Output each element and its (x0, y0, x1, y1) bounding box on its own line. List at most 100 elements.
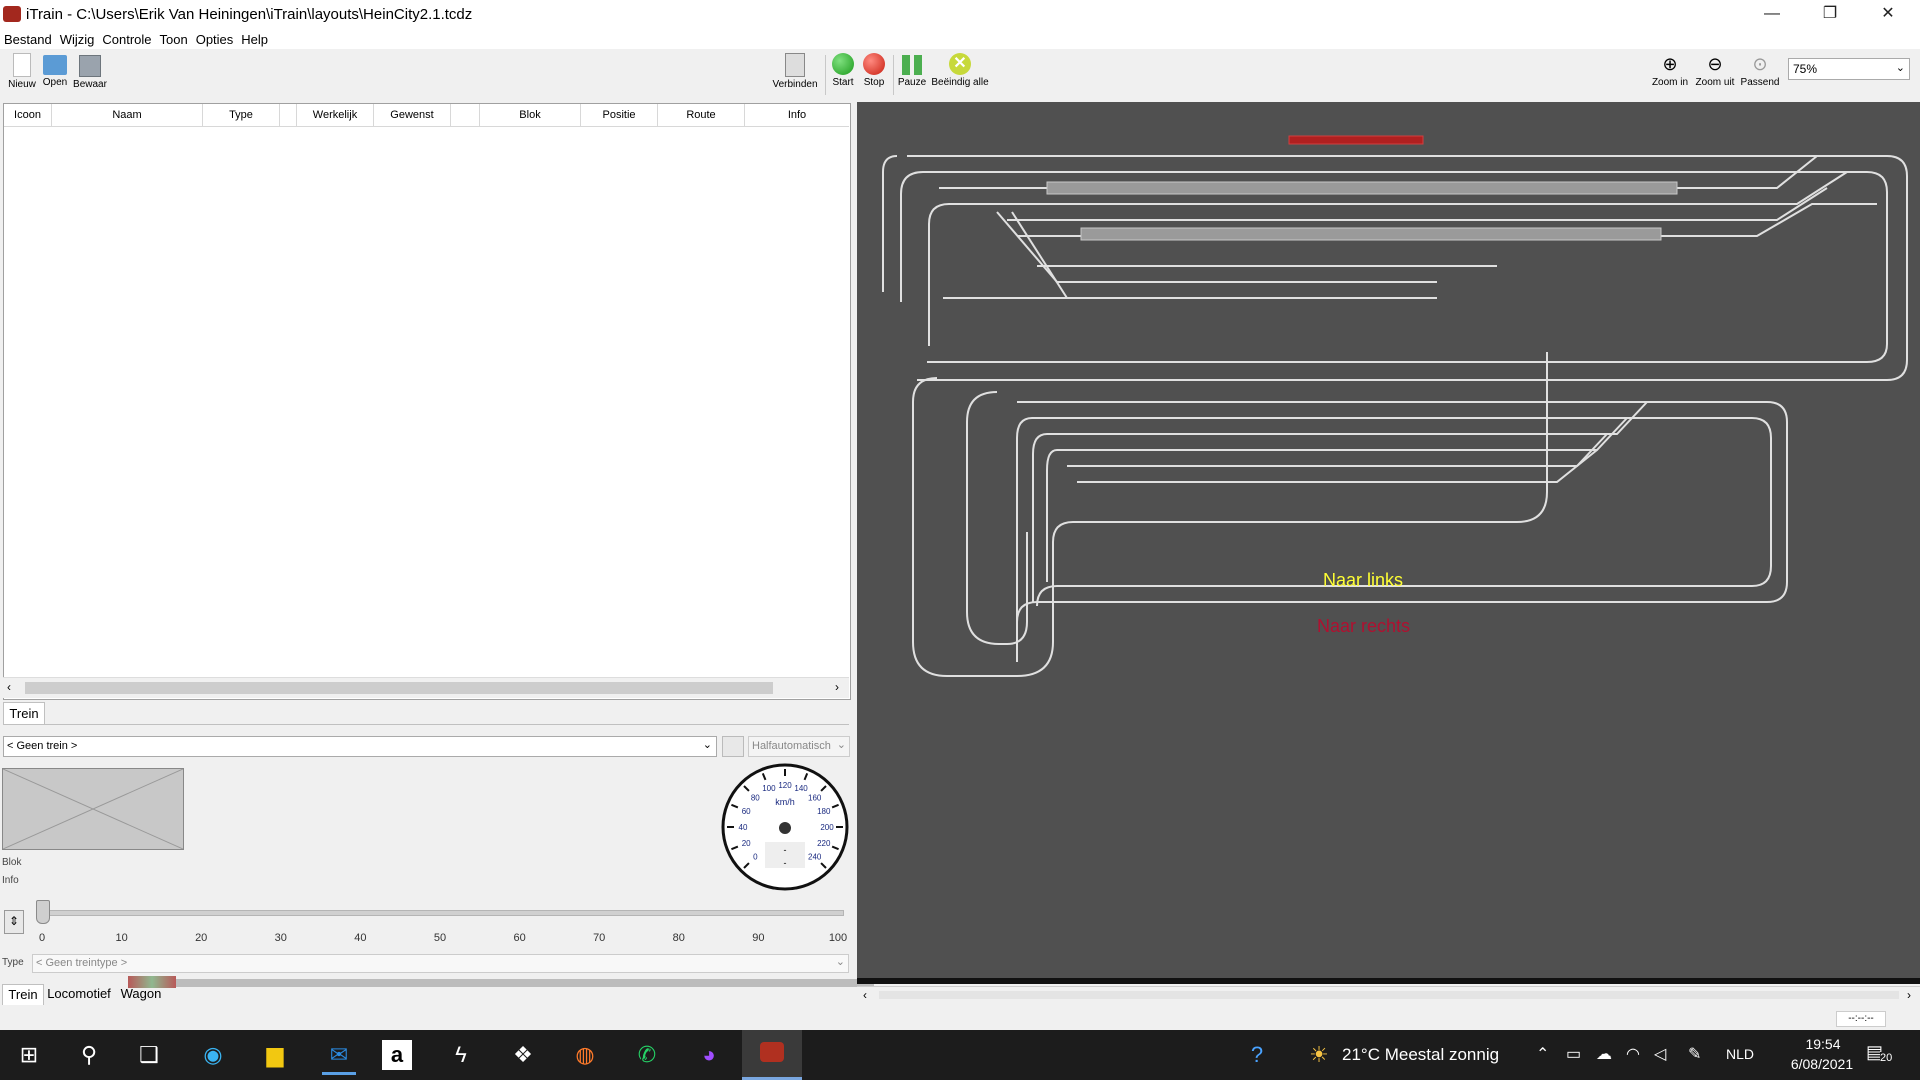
column-header-type[interactable]: Type (203, 104, 280, 127)
volume-icon[interactable]: ◁ (1654, 1044, 1666, 1064)
tab-train-list[interactable]: Trein (3, 702, 45, 724)
zoom-level-select[interactable]: 75% ⌄ (1788, 58, 1910, 80)
scroll-left-icon[interactable]: ‹ (863, 988, 867, 1002)
track-layout-canvas[interactable]: Naar links Naar rechts (857, 102, 1920, 978)
zoom-out-button[interactable]: ⊖ Zoom uit (1692, 53, 1738, 88)
column-header-info[interactable]: Info (745, 104, 849, 127)
zoom-out-label: Zoom uit (1695, 77, 1735, 88)
file-explorer-icon[interactable]: ▆ (258, 1038, 292, 1072)
start-windows-icon[interactable]: ⊞ (12, 1038, 46, 1072)
column-header-icon[interactable]: Icoon (4, 104, 52, 127)
start-button[interactable]: Start (830, 53, 856, 88)
dropbox-icon[interactable]: ❖ (506, 1038, 540, 1072)
weather-icon[interactable]: ☀ (1302, 1038, 1336, 1072)
zoom-in-button[interactable]: ⊕ Zoom in (1648, 53, 1692, 88)
tab-locomotive[interactable]: Locomotief (46, 984, 112, 1004)
whatsapp-icon[interactable]: ✆ (630, 1038, 664, 1072)
speed-readout-2: - (784, 858, 787, 868)
pause-icon (902, 55, 922, 75)
track-layout-drawing[interactable]: Naar links Naar rechts (857, 102, 1920, 978)
train-type-select[interactable]: < Geen treintype > ⌄ (32, 954, 849, 973)
weather-text[interactable]: 21°C Meestal zonnig (1342, 1045, 1499, 1065)
column-header-position[interactable]: Positie (581, 104, 658, 127)
column-header-desired[interactable]: Gewenst (374, 104, 451, 127)
notifications-icon[interactable]: ▤ 20 (1866, 1042, 1896, 1068)
clock-time[interactable]: 19:54 (1788, 1036, 1858, 1052)
track-diagonal-1 (1011, 211, 1068, 299)
column-header-route[interactable]: Route (658, 104, 745, 127)
fit-button[interactable]: ⊙ Passend (1738, 53, 1782, 88)
upper-tab-strip: Trein (3, 702, 849, 725)
tray-chevron-icon[interactable]: ⌃ (1536, 1044, 1549, 1064)
messenger-icon[interactable]: ◕ (692, 1038, 726, 1072)
network-icon[interactable]: ◠ (1626, 1044, 1640, 1064)
save-button[interactable]: Bewaar (72, 53, 108, 90)
scroll-right-icon[interactable]: › (1907, 988, 1911, 1002)
meet-icon[interactable]: ▭ (1566, 1044, 1581, 1064)
menu-bestand[interactable]: Bestand (0, 30, 56, 49)
speed-slider-track[interactable] (42, 910, 844, 916)
menu-help[interactable]: Help (237, 30, 272, 49)
folder-icon (43, 55, 67, 75)
speedometer: 020 40 6080100 120 140160 180 200 220 240 km/h -… (721, 763, 849, 891)
train-color-swatch[interactable] (722, 736, 744, 757)
column-header-blank[interactable] (280, 104, 297, 127)
speed-unit: km/h (775, 797, 795, 807)
tab-wagon[interactable]: Wagon (118, 984, 164, 1004)
connect-button[interactable]: Verbinden (770, 53, 820, 90)
menu-controle[interactable]: Controle (98, 30, 155, 49)
slider-tick-label: 10 (115, 932, 128, 944)
end-all-button[interactable]: ✕ Beëindig alle (930, 53, 990, 88)
menu-toon[interactable]: Toon (156, 30, 192, 49)
train-select[interactable]: < Geen trein > ⌄ (3, 736, 717, 757)
slider-tick-label: 60 (513, 932, 526, 944)
new-button[interactable]: Nieuw (6, 53, 38, 90)
minimize-button[interactable]: — (1743, 0, 1801, 30)
column-header-name[interactable]: Naam (52, 104, 203, 127)
table-horizontal-scrollbar[interactable]: ‹ › (3, 677, 849, 698)
itrain-taskbar-button[interactable] (742, 1030, 802, 1080)
edge-browser-icon[interactable]: ◉ (196, 1038, 230, 1072)
train-type-value: < Geen treintype > (36, 957, 128, 969)
firefox-icon[interactable]: ◍ (568, 1038, 602, 1072)
label-naar-links: Naar links (1323, 570, 1403, 590)
mail-icon[interactable]: ✉ (322, 1038, 356, 1075)
stop-button[interactable]: Stop (860, 53, 888, 88)
track-outer-left (882, 155, 898, 292)
speed-needle-hub (779, 822, 791, 834)
help-icon[interactable]: ? (1240, 1038, 1274, 1072)
scroll-thumb[interactable] (879, 991, 1899, 999)
toolbar-separator (893, 55, 894, 95)
maximize-button[interactable]: ❐ (1801, 0, 1859, 30)
scroll-right-icon[interactable]: › (835, 680, 839, 694)
open-button[interactable]: Open (40, 53, 70, 88)
column-header-blank[interactable] (451, 104, 480, 127)
new-file-icon (13, 53, 31, 77)
scroll-thumb[interactable] (25, 682, 773, 694)
type-label: Type (2, 957, 24, 968)
clock-date[interactable]: 6/08/2021 (1772, 1056, 1872, 1072)
pause-button[interactable]: Pauze (897, 53, 927, 88)
tab-train[interactable]: Trein (2, 984, 44, 1005)
train-table: Icoon Naam Type Werkelijk Gewenst Blok P… (3, 103, 851, 700)
amazon-icon[interactable]: a (382, 1040, 412, 1070)
column-header-actual[interactable]: Werkelijk (297, 104, 374, 127)
mode-select[interactable]: Halfautomatisch ⌄ (748, 736, 850, 757)
window-title: iTrain - C:\Users\Erik Van Heiningen\iTr… (26, 6, 473, 23)
pen-icon[interactable]: ✎ (1688, 1044, 1701, 1064)
column-header-block[interactable]: Blok (480, 104, 581, 127)
language-indicator[interactable]: NLD (1726, 1046, 1754, 1062)
scroll-left-icon[interactable]: ‹ (7, 680, 11, 694)
search-icon[interactable]: ⚲ (72, 1038, 106, 1072)
menu-wijzig[interactable]: Wijzig (56, 30, 99, 49)
task-view-icon[interactable]: ❑ (132, 1038, 166, 1072)
speed-tick-label: 220 (817, 839, 831, 848)
canvas-horizontal-scrollbar[interactable]: ‹ › (857, 986, 1920, 1005)
close-button[interactable]: ✕ (1859, 0, 1917, 30)
speed-slider-thumb[interactable] (36, 900, 50, 924)
zoom-level-value: 75% (1793, 62, 1818, 76)
lightning-app-icon[interactable]: ϟ (444, 1038, 478, 1072)
onedrive-icon[interactable]: ☁ (1596, 1044, 1612, 1064)
menu-opties[interactable]: Opties (192, 30, 238, 49)
direction-toggle-icon[interactable]: ⇕ (4, 910, 24, 934)
